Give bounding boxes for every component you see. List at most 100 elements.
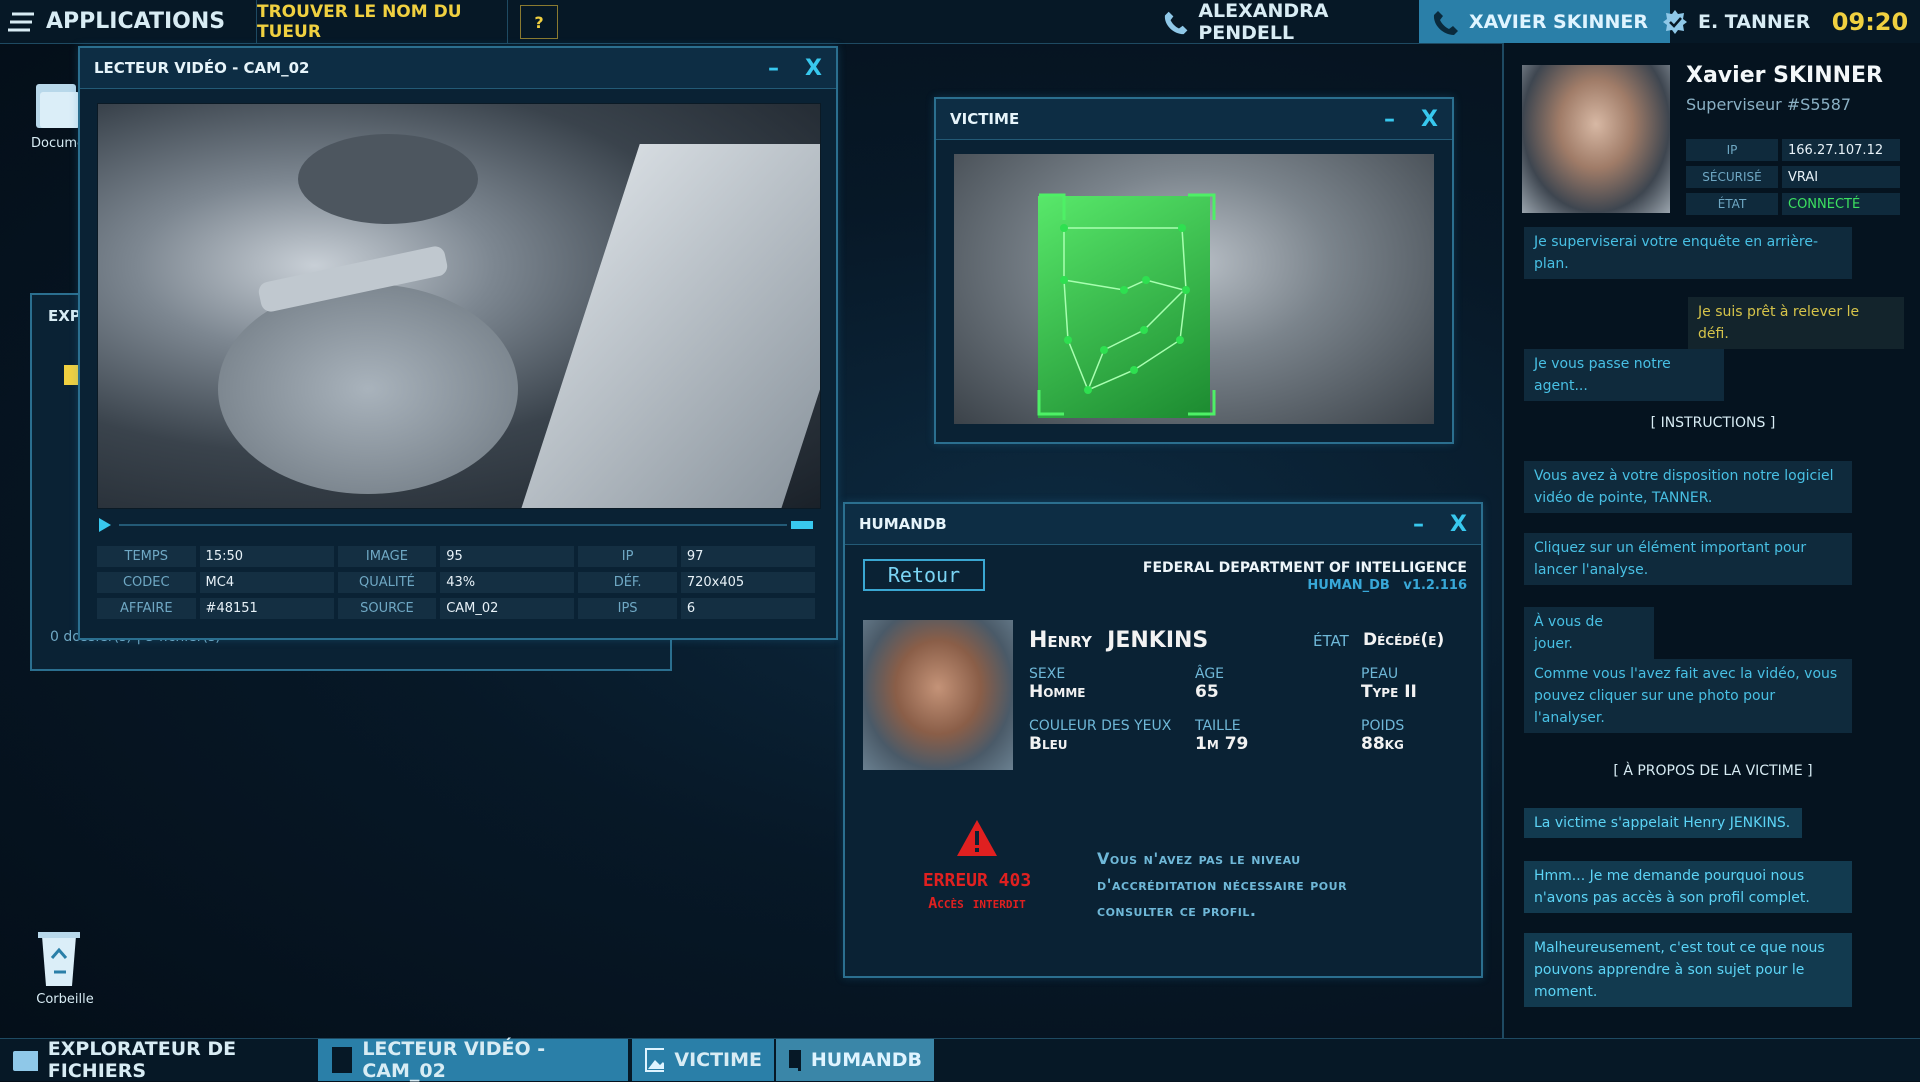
profile-field-label: SEXE: [1029, 666, 1066, 682]
close-button[interactable]: X: [805, 56, 822, 81]
video-info-value: MC4: [199, 572, 334, 593]
video-info-label: IP: [578, 546, 677, 567]
task-video-player[interactable]: LECTEUR VIDÉO - CAM_02: [318, 1038, 628, 1082]
profile-field-label: TAILLE: [1195, 718, 1241, 734]
video-info-label: CODEC: [97, 572, 196, 593]
chat-reply: Je suis prêt à relever le défi.: [1688, 297, 1904, 349]
window-titlebar[interactable]: VICTIME – X: [936, 99, 1452, 140]
badge-icon: [1663, 9, 1687, 34]
desktop-icon-trash[interactable]: Corbeille: [32, 928, 98, 1007]
help-button[interactable]: ?: [520, 5, 558, 39]
state-value: Décédé(e): [1363, 630, 1445, 650]
window-title: VICTIME: [950, 110, 1020, 128]
video-info-value: 720x405: [680, 572, 815, 593]
victim-photo[interactable]: [954, 154, 1434, 424]
mission-button[interactable]: Trouver le nom du tueur: [256, 0, 508, 43]
db-name: HUMAN_DB: [1307, 578, 1390, 593]
chat-message: À vous de jouer.: [1524, 607, 1654, 659]
window-titlebar[interactable]: HUMANDB – X: [845, 504, 1481, 545]
video-info-value: 15:50: [199, 546, 334, 567]
humandb-window[interactable]: HUMANDB – X Retour FEDERAL DEPARTMENT OF …: [843, 502, 1483, 978]
video-info-row: AFFAIRE #48151 SOURCE CAM_02 IPS 6: [97, 598, 819, 619]
profile-field-value: Bleu: [1029, 734, 1068, 754]
profile-field: PEAU Type II: [1361, 666, 1417, 702]
task-label: EXPLORATEUR DE FICHIERS: [47, 1038, 237, 1082]
clock: 09:20: [1831, 7, 1909, 36]
taskbar: EXPLORATEUR DE FICHIERS LECTEUR VIDÉO - …: [0, 1038, 1920, 1082]
minimize-button[interactable]: –: [1384, 107, 1395, 132]
video-frame[interactable]: [97, 103, 821, 509]
close-button[interactable]: X: [1450, 512, 1467, 537]
video-info-label: SOURCE: [337, 598, 437, 619]
profile-field: SEXE Homme: [1029, 666, 1086, 702]
chat-message: Hmm... Je me demande pourquoi nous n'avo…: [1524, 861, 1852, 913]
chat-message: Comme vous l'avez fait avec la vidéo, vo…: [1524, 659, 1852, 733]
contact-info-value: CONNECTÉ: [1782, 193, 1900, 215]
top-bar: Applications Trouver le nom du tueur ? A…: [0, 0, 1920, 44]
profile-field-label: ÂGE: [1195, 666, 1225, 682]
profile-field: ÂGE 65: [1195, 666, 1224, 702]
contact-xavier-skinner[interactable]: XAVIER SKINNER: [1419, 0, 1670, 43]
video-player-window[interactable]: LECTEUR VIDÉO - CAM_02 – X TEMPS 15:50 IMAG…: [78, 46, 838, 640]
db-version-number: v1.2.116: [1403, 578, 1467, 593]
window-title: LECTEUR VIDÉO - CAM_02: [94, 59, 310, 77]
video-info-value: 6: [680, 598, 815, 619]
video-info-row: CODEC MC4 QUALITÉ 43% DÉF. 720x405: [97, 572, 819, 593]
video-info-value: 43%: [440, 572, 575, 593]
video-info-value: CAM_02: [440, 598, 575, 619]
window-titlebar[interactable]: LECTEUR VIDÉO - CAM_02 – X: [80, 48, 836, 89]
face-mesh: [1037, 193, 1216, 416]
profile-field-value: Type II: [1361, 682, 1417, 702]
victim-window[interactable]: VICTIME – X: [934, 97, 1454, 444]
chat-message: Vous avez à votre disposition notre logi…: [1524, 461, 1852, 513]
contact-info-value: 166.27.107.12: [1782, 139, 1900, 161]
error-message-line: consulter ce profil.: [1097, 901, 1257, 920]
applications-label: Applications: [46, 9, 226, 34]
video-info-label: AFFAIRE: [97, 598, 196, 619]
trash-label: Corbeille: [36, 992, 94, 1007]
first-name: Henry: [1029, 628, 1092, 653]
contact-label: E. TANNER: [1698, 10, 1811, 33]
chat-message: La victime s'appelait Henry JENKINS.: [1524, 808, 1802, 838]
error-subtitle: Accès interdit: [928, 894, 1026, 912]
minimize-button[interactable]: –: [1413, 512, 1424, 537]
seek-bar[interactable]: [97, 515, 819, 535]
contact-e-tanner[interactable]: E. TANNER: [1648, 0, 1836, 43]
video-info-label: DÉF.: [578, 572, 677, 593]
task-label: VICTIME: [674, 1049, 762, 1071]
chat-message: Je superviserai votre enquête en arrière…: [1524, 227, 1852, 279]
video-info-value: 97: [680, 546, 815, 567]
window-title: HUMANDB: [859, 515, 947, 533]
minimize-button[interactable]: –: [768, 56, 779, 81]
task-humandb[interactable]: HUMANDB: [776, 1039, 934, 1081]
close-button[interactable]: X: [1421, 107, 1438, 132]
chat-message: Je vous passe notre agent...: [1524, 349, 1724, 401]
state-label: ÉTAT: [1313, 632, 1349, 650]
contact-label: XAVIER SKINNER: [1469, 10, 1648, 33]
contact-role: Superviseur #S5587: [1686, 95, 1852, 114]
table-shape: [218, 284, 518, 494]
error-message-line: Vous n'avez pas le niveau: [1097, 849, 1301, 868]
profile-photo[interactable]: [863, 620, 1013, 770]
applications-menu[interactable]: Applications: [8, 0, 253, 43]
profile-field: POIDS 88kg: [1361, 718, 1404, 754]
back-button[interactable]: Retour: [863, 559, 985, 591]
contact-name: Xavier SKINNER: [1686, 63, 1883, 88]
task-victim[interactable]: VICTIME: [632, 1039, 774, 1081]
wall-shape: [516, 144, 820, 508]
section-instructions: [ INSTRUCTIONS ]: [1650, 415, 1776, 431]
chair-shape: [298, 134, 478, 224]
org-name: FEDERAL DEPARTMENT OF INTELLIGENCE: [1142, 560, 1467, 576]
folder-icon: [36, 84, 80, 128]
image-icon: [645, 1048, 665, 1072]
play-icon[interactable]: [99, 518, 111, 532]
folder-icon: [13, 1051, 38, 1071]
menu-icon: [8, 12, 34, 31]
profile-field-value: 1m 79: [1195, 734, 1249, 754]
seek-handle[interactable]: [791, 521, 813, 529]
contact-alexandra-pendell[interactable]: ALEXANDRA PENDELL: [1150, 0, 1430, 44]
error-message: Vous n'avez pas le niveau d'accréditatio…: [1097, 846, 1347, 924]
task-file-explorer[interactable]: EXPLORATEUR DE FICHIERS: [0, 1038, 312, 1082]
contact-info-label: SÉCURISÉ: [1686, 166, 1778, 188]
contact-label: ALEXANDRA PENDELL: [1198, 0, 1329, 44]
